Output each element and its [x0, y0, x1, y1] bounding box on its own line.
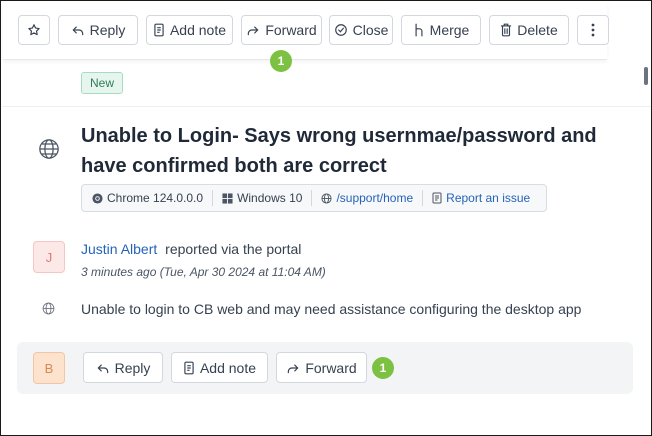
reply-button[interactable]: Reply [83, 352, 163, 383]
note-icon [154, 23, 164, 37]
add-note-button[interactable]: Add note [171, 352, 268, 383]
ticket-view: Reply Add note Forward 1 Close Merge Del… [0, 0, 652, 436]
forward-button[interactable]: Forward [241, 15, 322, 45]
close-label: Close [352, 22, 389, 38]
message-body: Unable to login to CB web and may need a… [81, 301, 582, 317]
channel-text: reported via the portal [165, 241, 302, 257]
star-icon [28, 24, 40, 36]
forward-button[interactable]: Forward [276, 352, 367, 383]
delete-button[interactable]: Delete [489, 15, 569, 45]
note-icon [184, 361, 194, 374]
scrollbar-thumb[interactable] [644, 67, 648, 85]
divider [3, 106, 651, 107]
star-button[interactable] [18, 15, 50, 45]
globe-icon [321, 192, 332, 204]
merge-label: Merge [429, 22, 470, 38]
forward-icon [288, 364, 299, 373]
meta-browser: Chrome 124.0.0.0 [82, 190, 212, 206]
reply-button[interactable]: Reply [58, 15, 138, 45]
meta-os-label: Windows 10 [237, 191, 303, 205]
reply-label: Reply [89, 22, 126, 38]
report-icon [432, 192, 442, 204]
reply-icon [97, 364, 108, 373]
status-badge: New [81, 72, 124, 94]
delete-label: Delete [517, 22, 558, 38]
forward-label: Forward [265, 22, 317, 38]
ticket-toolbar: Reply Add note Forward 1 Close Merge Del… [3, 3, 609, 72]
forward-icon [248, 26, 259, 36]
trash-icon [501, 23, 512, 37]
ticket-subject: Unable to Login- Says wrong usernmae/pas… [81, 125, 597, 177]
more-vertical-icon [591, 23, 595, 37]
report-issue-label: Report an issue [446, 191, 531, 205]
avatar: B [33, 352, 65, 384]
check-circle-icon [334, 24, 347, 36]
meta-page-link[interactable]: /support/home [311, 190, 422, 206]
windows-icon [222, 192, 233, 204]
merge-button[interactable]: Merge [401, 15, 481, 45]
add-note-label: Add note [169, 22, 227, 38]
globe-icon [42, 302, 55, 315]
reply-icon [72, 26, 83, 36]
add-note-label: Add note [199, 359, 257, 376]
meta-os: Windows 10 [212, 190, 311, 206]
merge-icon [415, 23, 423, 37]
message-author-line: Justin Albert reported via the portal [81, 241, 301, 257]
forward-label: Forward [305, 359, 357, 376]
globe-icon [39, 139, 59, 159]
avatar: J [33, 241, 65, 273]
meta-browser-label: Chrome 124.0.0.0 [107, 191, 204, 205]
reply-label: Reply [114, 359, 151, 376]
chrome-icon [92, 192, 103, 204]
add-note-button[interactable]: Add note [146, 15, 233, 45]
report-issue-link[interactable]: Report an issue [422, 190, 539, 206]
forward-count-badge: 1 [372, 357, 394, 379]
close-button[interactable]: Close [329, 15, 393, 45]
more-options-button[interactable] [577, 15, 609, 45]
author-name-link[interactable]: Justin Albert [81, 241, 157, 257]
message-timestamp: 3 minutes ago (Tue, Apr 30 2024 at 11:04… [81, 265, 326, 279]
requester-meta-bar: Chrome 124.0.0.0 Windows 10 /support/hom… [81, 184, 547, 212]
meta-page-label: /support/home [336, 191, 414, 205]
forward-count-badge: 1 [270, 50, 292, 72]
